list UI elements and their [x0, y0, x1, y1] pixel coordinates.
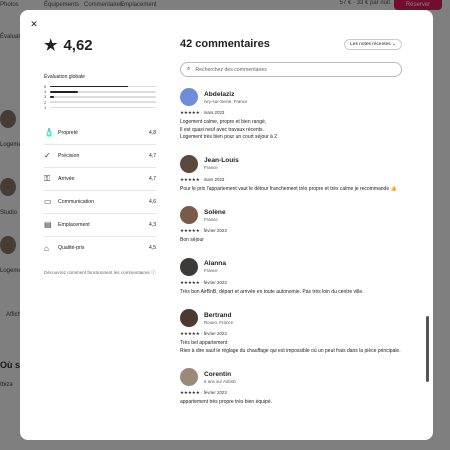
ratings-summary: ★ 4,62 Évaluation globale 54321 🧴 Propret… [44, 34, 156, 276]
overall-label: Évaluation globale [44, 74, 85, 80]
distribution-bar [50, 101, 156, 103]
reviews-list: Abdelaziz Ivry-sur-Seine, France ★★★★★ · m… [180, 87, 402, 407]
review-text: Très bel appartement Rien à dire sauf le… [180, 340, 401, 354]
distribution-fill [50, 96, 55, 98]
review-item: Alanna France ★★★★★ · février 2023 Très bon… [180, 257, 402, 297]
reviewer-name: Abdelaziz [204, 90, 235, 98]
review-text: appartement très propre très bien équipé… [180, 399, 272, 405]
check-circle-icon: ✓ [44, 151, 51, 161]
review-item: Corentin 6 ans sur Airbnb ★★★★★ · février … [180, 367, 402, 407]
search-input[interactable]: ⌕ Recherchez des commentaires [180, 62, 402, 77]
category-label: Qualité-prix [58, 245, 85, 252]
review-meta: ★★★★★ · mars 2023 [180, 176, 225, 182]
category-value: 4,6 [149, 198, 156, 205]
category-value: 4,5 [149, 245, 156, 252]
distribution-bar [50, 85, 156, 88]
review-item: Abdelaziz Ivry-sur-Seine, France ★★★★★ · m… [180, 87, 402, 142]
overall-rating-value: 4,62 [63, 36, 93, 54]
distribution-fill [50, 85, 129, 88]
category-ratings: 🧴 Propreté 4,8 ✓ Précision 4,7 ⚿ Arrivée 4,7 ▭ Com… [44, 122, 156, 260]
search-placeholder: Recherchez des commentaires [195, 66, 267, 73]
rating-distribution: 54321 [44, 84, 156, 110]
close-icon[interactable]: ✕ [28, 18, 40, 30]
reviews-modal: ✕ ★ 4,62 Évaluation globale 54321 🧴 Propr… [20, 10, 433, 440]
price-tag-icon: ⌂ [44, 243, 49, 253]
category-label: Propreté [58, 129, 78, 136]
reviews-count: 42 commentaires [180, 38, 270, 50]
reviewer-location: Rouen, France [204, 319, 234, 325]
review-item: Jean-Louis France ★★★★★ · mars 2023 Pour le… [180, 154, 402, 194]
review-text: Bon séjour [180, 237, 204, 243]
reviewer-name: Solène [204, 208, 226, 216]
avatar[interactable] [180, 309, 198, 327]
distribution-bar [50, 96, 156, 98]
chat-bubble-icon: ▭ [44, 197, 52, 207]
category-label: Communication [58, 198, 95, 205]
key-icon: ⚿ [44, 173, 51, 183]
reviewer-location: France [204, 165, 218, 170]
distribution-fill [50, 90, 78, 93]
reviewer-name: Bertrand [204, 311, 232, 319]
overall-rating: ★ 4,62 [44, 34, 156, 56]
avatar[interactable] [180, 88, 198, 106]
review-meta: ★★★★★ · février 2023 [180, 331, 227, 336]
avatar[interactable] [180, 368, 198, 386]
reviewer-name: Jean-Louis [204, 157, 239, 164]
map-icon: ▤ [44, 220, 52, 230]
category-value: 4,8 [149, 129, 156, 136]
category-label: Précision [58, 152, 80, 159]
sort-dropdown[interactable]: Les notes récentes ⌄ [344, 38, 402, 50]
search-icon: ⌕ [187, 66, 191, 72]
category-row: ✓ Précision 4,7 [44, 145, 156, 168]
category-label: Arrivée [58, 175, 75, 182]
category-row: ▤ Emplacement 4,3 [44, 214, 156, 237]
review-item: Bertrand Rouen, France ★★★★★ · février 202… [180, 308, 402, 355]
avatar[interactable] [180, 257, 198, 276]
review-meta: ★★★★★ · février 2023 [180, 279, 227, 285]
category-value: 4,7 [149, 175, 156, 182]
reviewer-name: Corentin [204, 370, 232, 378]
learn-more-link[interactable]: Découvrez comment fonctionnent les comme… [44, 270, 156, 276]
distribution-bar [50, 106, 156, 109]
reviewer-location: 6 ans sur Airbnb [204, 378, 236, 384]
reviewer-location: Ivry-sur-Seine, France [204, 98, 248, 104]
category-value: 4,3 [149, 221, 156, 228]
distribution-bar [50, 90, 156, 93]
review-text: Très bon AirBnB, départ et arrivée en to… [180, 288, 364, 295]
distribution-row: 1 [44, 105, 156, 110]
review-text: Pour le prix l'appartement vaut le détou… [180, 185, 397, 192]
reviewer-location: France [204, 268, 218, 273]
avatar[interactable] [180, 206, 198, 224]
reviewer-name: Alanna [204, 260, 226, 267]
review-meta: ★★★★★ · février 2023 [180, 228, 227, 233]
category-row: ⚿ Arrivée 4,7 [44, 168, 156, 191]
avatar[interactable] [180, 154, 198, 173]
reviews-panel: 42 commentaires Les notes récentes ⌄ ⌕ R… [180, 36, 402, 419]
category-value: 4,7 [149, 152, 156, 159]
reviewer-location: France [204, 216, 218, 222]
category-label: Emplacement [58, 221, 90, 228]
star-icon: ★ [44, 37, 58, 54]
category-row: ⌂ Qualité-prix 4,5 [44, 237, 156, 260]
review-text: Logement calme, propre et bien rangé, Il… [180, 119, 278, 140]
review-meta: ★★★★★ · mars 2023 [180, 110, 225, 115]
category-row: ▭ Communication 4,6 [44, 191, 156, 214]
spray-bottle-icon: 🧴 [44, 128, 54, 138]
category-row: 🧴 Propreté 4,8 [44, 122, 156, 145]
review-item: Solène France ★★★★★ · février 2023 Bon séjo… [180, 205, 402, 245]
review-meta: ★★★★★ · février 2023 [180, 390, 227, 395]
scrollbar[interactable] [426, 316, 429, 382]
